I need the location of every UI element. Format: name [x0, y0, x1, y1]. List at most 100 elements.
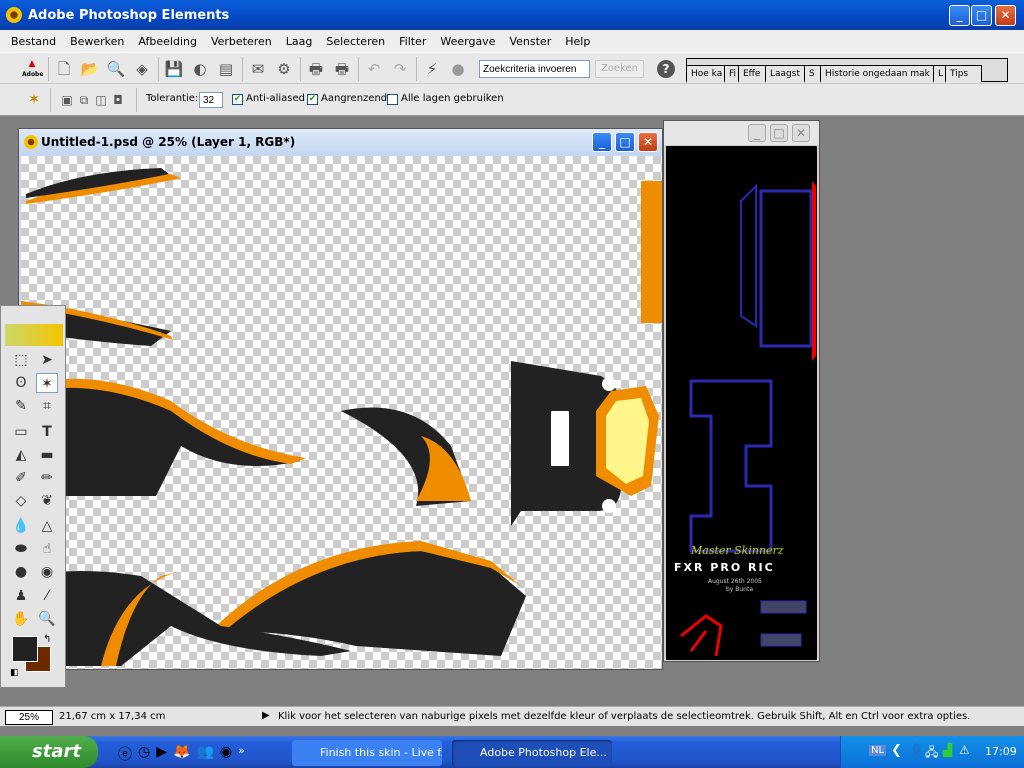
- magic-wand-tool-icon[interactable]: ✶: [36, 373, 58, 393]
- online-services-icon[interactable]: ⚙: [274, 59, 294, 79]
- menu-afbeelding[interactable]: Afbeelding: [131, 35, 204, 48]
- eyedropper-tool-icon[interactable]: ⁄: [36, 586, 58, 606]
- sponge-tool-icon[interactable]: ⬬: [10, 539, 32, 559]
- search-button[interactable]: Zoeken: [595, 60, 644, 78]
- save-icon[interactable]: 💾: [164, 59, 184, 79]
- shape-tool-icon[interactable]: ▭: [10, 422, 32, 442]
- intersect-selection-icon[interactable]: ◘: [108, 90, 128, 110]
- maximize-button[interactable]: □: [971, 5, 992, 26]
- skin-canvas[interactable]: Master Skinnerz FXR PRO RIC August 26th …: [666, 146, 817, 660]
- app-icon[interactable]: ◉: [220, 744, 232, 764]
- palette-tab-layer-styles[interactable]: Laagst: [766, 66, 805, 82]
- menu-bewerken[interactable]: Bewerken: [63, 35, 131, 48]
- doc2-maximize-button[interactable]: □: [770, 124, 788, 142]
- palette-tab-how-to[interactable]: Hoe ka: [687, 66, 725, 82]
- clock-app-icon[interactable]: ◷: [138, 744, 150, 764]
- crop-tool-icon[interactable]: ⌗: [36, 396, 58, 416]
- zoom-tool-icon[interactable]: 🔍: [36, 609, 58, 629]
- eraser-tool-icon[interactable]: ◇: [10, 491, 32, 511]
- close-button[interactable]: ✕: [995, 5, 1016, 26]
- menu-laag[interactable]: Laag: [279, 35, 320, 48]
- blur-tool-icon[interactable]: 💧: [10, 516, 32, 536]
- messenger-tray-icon[interactable]: 👤: [909, 743, 924, 757]
- default-colors-icon[interactable]: ◧: [10, 668, 19, 678]
- lasso-tool-icon[interactable]: ʘ: [10, 373, 32, 393]
- palette-tab-tips[interactable]: Tips: [946, 66, 982, 82]
- gradient-tool-icon[interactable]: ▬: [36, 445, 58, 465]
- search-input[interactable]: [479, 60, 590, 78]
- tray-expand-icon[interactable]: ❮: [891, 743, 902, 758]
- start-button[interactable]: start: [0, 736, 98, 768]
- menu-selecteren[interactable]: Selecteren: [319, 35, 392, 48]
- help-icon[interactable]: ?: [657, 60, 675, 78]
- status-menu-arrow-icon[interactable]: ▶: [262, 710, 270, 721]
- media-player-icon[interactable]: ▶: [156, 744, 167, 764]
- ie-icon[interactable]: ⓔ: [118, 744, 132, 764]
- print-icon[interactable]: 🖶: [306, 59, 326, 79]
- network-icon[interactable]: 🖧: [925, 743, 938, 764]
- palette-tab-undo-history[interactable]: Historie ongedaan mak: [821, 66, 934, 82]
- attach-email-icon[interactable]: ✉: [248, 59, 268, 79]
- minimize-button[interactable]: _: [949, 5, 970, 26]
- selection-brush-tool-icon[interactable]: ✎: [10, 396, 32, 416]
- import-icon[interactable]: ◈: [132, 59, 152, 79]
- doc-close-button[interactable]: ✕: [638, 132, 658, 152]
- language-indicator[interactable]: NL: [869, 745, 887, 756]
- task-photoshop[interactable]: Adobe Photoshop Ele...: [452, 740, 612, 766]
- tolerance-input[interactable]: [199, 92, 223, 108]
- signal-icon[interactable]: ▟: [943, 743, 952, 757]
- adobe-logo-icon[interactable]: ▲ Adobe: [22, 59, 43, 79]
- print-preview-icon[interactable]: 🖶: [332, 59, 352, 79]
- browse-icon[interactable]: 🔍: [106, 59, 126, 79]
- pencil-tool-icon[interactable]: ✏: [36, 468, 58, 488]
- impressionist-brush-icon[interactable]: ❦: [36, 491, 58, 511]
- save-for-web-icon[interactable]: ◐: [190, 59, 210, 79]
- dodge-tool-icon[interactable]: ●: [10, 562, 32, 582]
- menu-help[interactable]: Help: [558, 35, 597, 48]
- open-file-icon[interactable]: 📂: [80, 59, 100, 79]
- menu-venster[interactable]: Venster: [502, 35, 558, 48]
- move-tool-icon[interactable]: ➤: [36, 350, 58, 370]
- swap-colors-icon[interactable]: ↰: [43, 634, 51, 645]
- color-variations-icon[interactable]: ●: [448, 59, 468, 79]
- all-layers-checkbox[interactable]: [387, 94, 398, 105]
- clone-stamp-tool-icon[interactable]: ♟: [10, 586, 32, 606]
- contiguous-checkbox[interactable]: ✔: [307, 94, 318, 105]
- sharpen-tool-icon[interactable]: △: [36, 516, 58, 536]
- task-firefox[interactable]: Finish this skin - Live f...: [292, 740, 442, 766]
- zoom-level-input[interactable]: [5, 710, 53, 725]
- doc2-close-button[interactable]: ✕: [792, 124, 810, 142]
- doc2-minimize-button[interactable]: _: [748, 124, 766, 142]
- document-title-bar[interactable]: Untitled-1.psd @ 25% (Layer 1, RGB*): [19, 129, 662, 155]
- palette-tab-effects[interactable]: Effe: [739, 66, 766, 82]
- menu-verbeteren[interactable]: Verbeteren: [204, 35, 279, 48]
- red-eye-tool-icon[interactable]: ◉: [36, 562, 58, 582]
- foreground-color-swatch[interactable]: [12, 636, 38, 662]
- menu-weergave[interactable]: Weergave: [433, 35, 502, 48]
- warning-icon[interactable]: ⚠: [959, 743, 970, 757]
- messenger-icon[interactable]: 👥: [196, 744, 213, 764]
- redo-icon[interactable]: ↷: [390, 59, 410, 79]
- palette-tab-swatches[interactable]: S: [805, 66, 821, 82]
- quick-launch-more[interactable]: »: [238, 744, 245, 764]
- palette-tab-filters[interactable]: Fi: [725, 66, 739, 82]
- brush-tool-icon[interactable]: ✐: [10, 468, 32, 488]
- doc-maximize-button[interactable]: □: [615, 132, 635, 152]
- menu-bestand[interactable]: Bestand: [4, 35, 63, 48]
- new-file-icon[interactable]: 🗋: [54, 59, 74, 79]
- document-title: Untitled-1.psd @ 25% (Layer 1, RGB*): [41, 135, 296, 149]
- type-tool-icon[interactable]: T: [36, 422, 58, 442]
- menu-filter[interactable]: Filter: [392, 35, 433, 48]
- paint-bucket-tool-icon[interactable]: ◭: [10, 445, 32, 465]
- quick-fix-icon[interactable]: ⚡: [422, 59, 442, 79]
- hand-tool-icon[interactable]: ✋: [10, 609, 32, 629]
- palette-tab-layers[interactable]: L: [934, 66, 946, 82]
- undo-icon[interactable]: ↶: [364, 59, 384, 79]
- doc-minimize-button[interactable]: _: [592, 132, 612, 152]
- firefox-icon[interactable]: 🦊: [173, 744, 190, 764]
- marquee-tool-icon[interactable]: ⬚: [10, 350, 32, 370]
- image-canvas[interactable]: [21, 156, 662, 669]
- anti-aliased-checkbox[interactable]: ✔: [232, 94, 243, 105]
- pdf-icon[interactable]: ▤: [216, 59, 236, 79]
- smudge-tool-icon[interactable]: ☝: [36, 539, 58, 559]
